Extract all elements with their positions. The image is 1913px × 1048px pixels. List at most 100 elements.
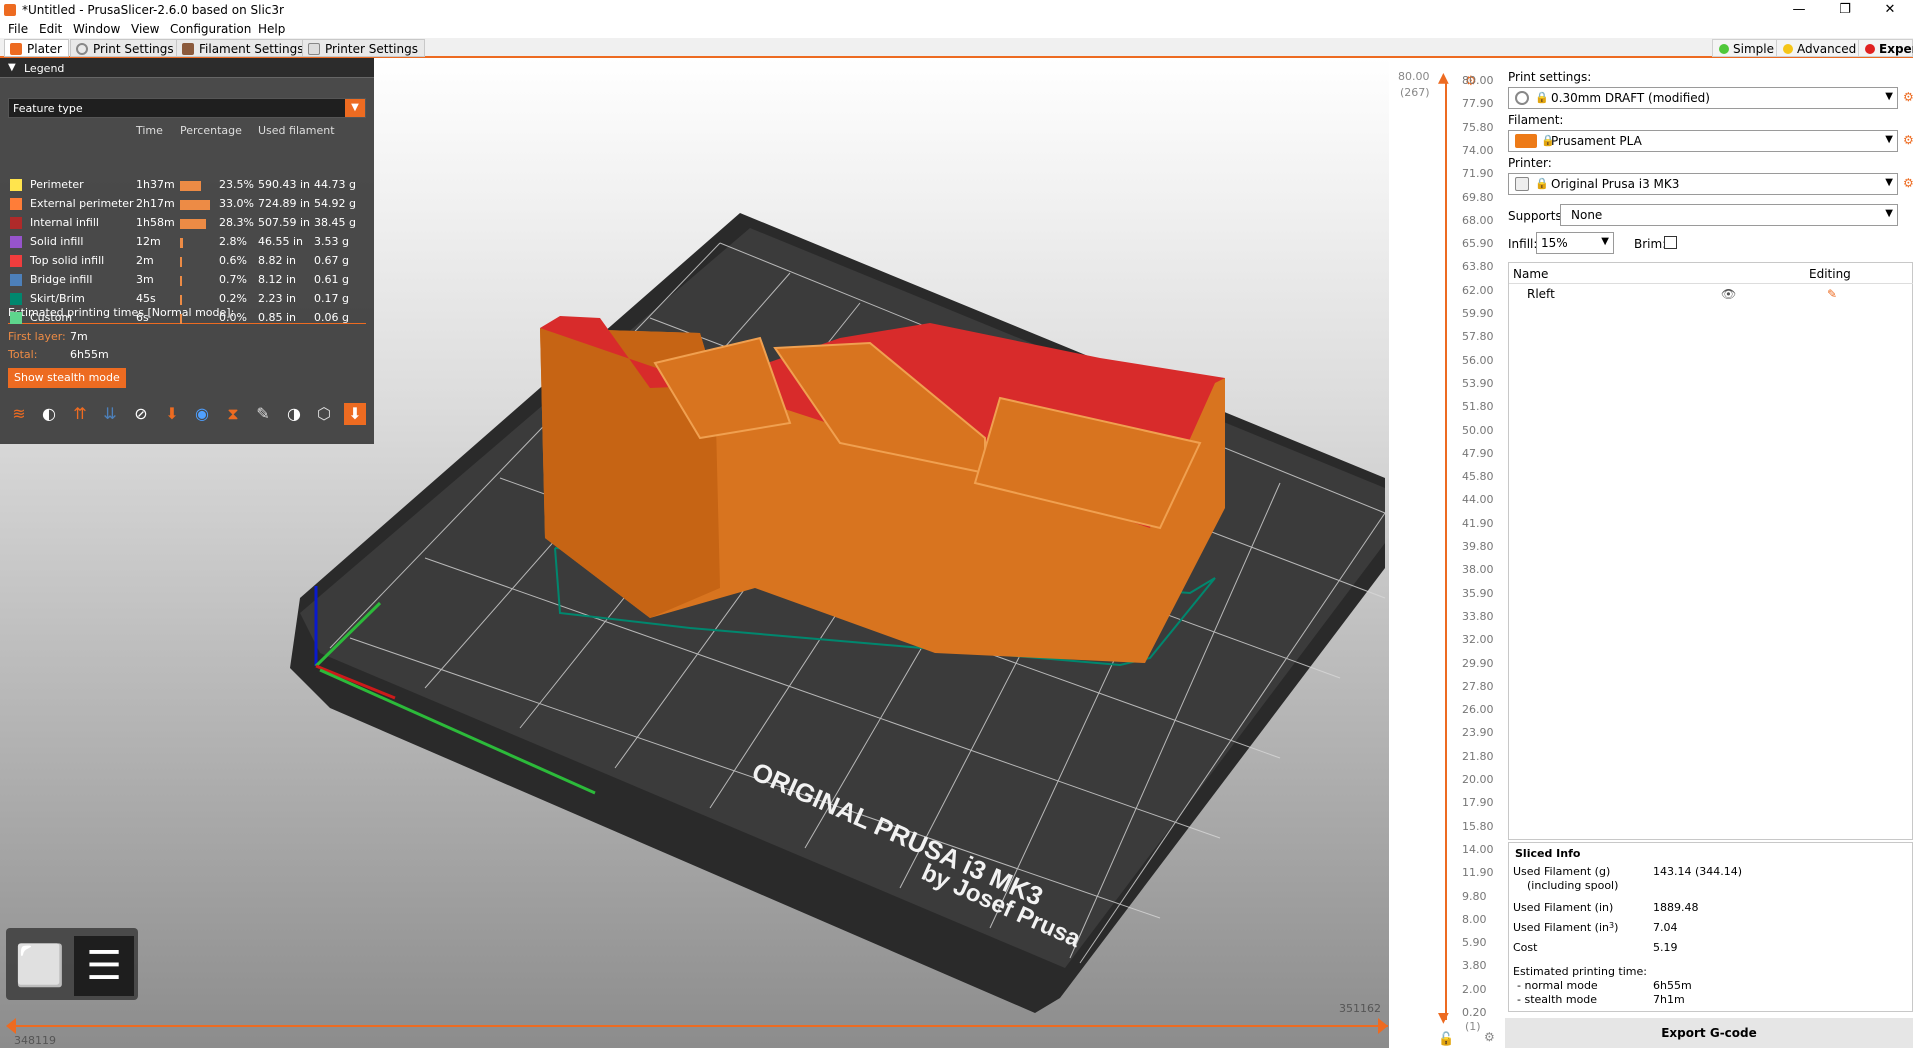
seams-icon[interactable]: ⊘ — [130, 403, 152, 425]
layer-tick-label: 8.00 — [1462, 912, 1487, 926]
layer-tick-label: 20.00 — [1462, 773, 1494, 786]
feature-visibility-toolbar: ≋ ◐ ⇈ ⇊ ⊘ ⬇ ◉ ⧗ ✎ ◑ ⬡ ⬇ — [8, 403, 370, 429]
layer-tick-label: 47.90 — [1462, 446, 1494, 460]
legend-row[interactable]: Top solid infill 2m 0.6% 8.82 in 0.67 g — [8, 252, 368, 270]
slider-right-handle[interactable] — [1378, 1018, 1388, 1034]
tab-filament-settings[interactable]: Filament Settings — [176, 39, 311, 57]
filament-color-swatch[interactable] — [1515, 134, 1537, 148]
legend-header[interactable]: ▼ Legend — [0, 58, 374, 78]
layer-tick-label: 14.00 — [1462, 842, 1494, 856]
eye-icon[interactable]: 👁 — [1721, 287, 1736, 301]
legend-percentage: 28.3% — [219, 216, 254, 229]
layer-bottom-index: (1) — [1465, 1020, 1481, 1033]
printer-combo[interactable]: 🔒 Original Prusa i3 MK3 ▼ — [1508, 173, 1898, 195]
chevron-down-icon: ▼ — [1885, 208, 1893, 219]
list-header-divider — [1509, 283, 1913, 284]
legend-row[interactable]: Bridge infill 3m 0.7% 8.12 in 0.61 g — [8, 271, 368, 289]
color-changes-icon[interactable]: ◉ — [191, 403, 213, 425]
layer-tick-label: 23.90 — [1462, 726, 1494, 740]
tab-print-settings[interactable]: Print Settings — [70, 39, 181, 57]
mode-simple[interactable]: Simple — [1712, 39, 1781, 57]
slider-bottom-handle[interactable]: ▼ — [1438, 1010, 1449, 1026]
bottom-gear-icon[interactable]: ⚙ — [1484, 1030, 1495, 1044]
legend-length: 46.55 in — [258, 235, 304, 248]
3d-view-cube-icon[interactable]: ⬜ — [10, 936, 70, 996]
menu-view[interactable]: View — [131, 22, 159, 36]
preview-layers-icon[interactable]: ☰ — [74, 936, 134, 996]
menu-file[interactable]: File — [8, 22, 28, 36]
vertical-layer-slider[interactable] — [1445, 80, 1447, 1020]
legend-row[interactable]: Custom 6s 0.0% 0.85 in 0.06 g — [8, 309, 368, 327]
legend-swatch — [10, 179, 22, 191]
legend-length: 8.12 in — [258, 273, 297, 286]
legend-row[interactable]: Skirt/Brim 45s 0.2% 2.23 in 0.17 g — [8, 290, 368, 308]
legend-row[interactable]: External perimeter 2h17m 33.0% 724.89 in 54.… — [8, 195, 368, 213]
legend-row[interactable]: Perimeter 1h37m 23.5% 590.43 in 44.73 g — [8, 176, 368, 194]
print-settings-gear-icon[interactable]: ⚙ — [1903, 90, 1913, 104]
shells-icon[interactable]: ⬡ — [313, 403, 335, 425]
maximize-button[interactable]: ❐ — [1822, 0, 1868, 20]
filament-combo[interactable]: 🔒 Prusament PLA ▼ — [1508, 130, 1898, 152]
tab-printer-settings[interactable]: Printer Settings — [302, 39, 425, 57]
tool-marker-icon[interactable]: ⬇ — [344, 403, 366, 425]
printer-gear-icon[interactable]: ⚙ — [1903, 176, 1913, 190]
tool-changes-icon[interactable]: ⬇ — [161, 403, 183, 425]
pause-prints-icon[interactable]: ⧗ — [222, 403, 244, 425]
chevron-down-icon: ▼ — [1601, 236, 1609, 247]
menu-configuration[interactable]: Configuration — [170, 22, 251, 36]
export-gcode-button[interactable]: Export G-code — [1505, 1018, 1913, 1048]
print-settings-combo[interactable]: 🔒 0.30mm DRAFT (modified) ▼ — [1508, 87, 1898, 109]
stealth-mode-label: - stealth mode — [1517, 993, 1598, 1006]
legend-weight: 3.53 g — [314, 235, 349, 248]
filament-gear-icon[interactable]: ⚙ — [1903, 133, 1913, 147]
list-item[interactable]: Rleft 👁 ✎ — [1509, 285, 1913, 305]
horizontal-move-slider[interactable] — [8, 1025, 1388, 1027]
brim-checkbox[interactable] — [1664, 236, 1677, 249]
close-button[interactable]: ✕ — [1867, 0, 1913, 20]
show-stealth-mode-button[interactable]: Show stealth mode — [8, 368, 126, 388]
sliced-info-panel: Sliced Info Used Filament (g) (including… — [1508, 842, 1913, 1012]
legend-title: Legend — [24, 62, 65, 75]
minimize-button[interactable]: — — [1776, 0, 1822, 20]
mode-dot-icon — [1865, 44, 1875, 54]
legend-swatch — [10, 217, 22, 229]
travel-icon[interactable]: ≋ — [8, 403, 30, 425]
layer-tick-label: 57.80 — [1462, 330, 1494, 344]
mode-advanced[interactable]: Advanced — [1776, 39, 1864, 57]
layer-tick-label: 5.90 — [1462, 936, 1487, 950]
col-time: Time — [136, 124, 163, 137]
layer-tick-label: 51.80 — [1462, 400, 1494, 414]
center-of-gravity-icon[interactable]: ◑ — [283, 403, 305, 425]
layer-tick-label: 38.00 — [1462, 563, 1494, 577]
unlock-icon[interactable]: 🔓 — [1438, 1032, 1454, 1047]
legend-feature-name: Skirt/Brim — [30, 292, 85, 305]
custom-gcodes-icon[interactable]: ✎ — [252, 403, 274, 425]
mode-expert[interactable]: Expert — [1858, 39, 1913, 57]
menu-help[interactable]: Help — [258, 22, 285, 36]
menu-edit[interactable]: Edit — [39, 22, 62, 36]
supports-combo[interactable]: None ▼ — [1560, 204, 1898, 226]
legend-row[interactable]: Solid infill 12m 2.8% 46.55 in 3.53 g — [8, 233, 368, 251]
menu-window[interactable]: Window — [73, 22, 120, 36]
wipe-icon[interactable]: ◐ — [38, 403, 60, 425]
retractions-icon[interactable]: ⇈ — [69, 403, 91, 425]
object-name: Rleft — [1527, 287, 1555, 301]
legend-percentage-bar — [180, 257, 182, 267]
edit-icon[interactable]: ✎ — [1827, 287, 1837, 301]
layer-tick-label: 11.90 — [1462, 866, 1494, 880]
printer-icon — [1515, 177, 1529, 191]
deretractions-icon[interactable]: ⇊ — [99, 403, 121, 425]
infill-combo[interactable]: 15% ▼ — [1536, 232, 1614, 254]
tab-label: Printer Settings — [325, 42, 418, 56]
used-filament-in3-label: Used Filament (in3) — [1513, 921, 1619, 934]
legend-length: 8.82 in — [258, 254, 297, 267]
legend-row[interactable]: Internal infill 1h58m 28.3% 507.59 in 38.45 … — [8, 214, 368, 232]
legend-percentage: 33.0% — [219, 197, 254, 210]
feature-type-select[interactable]: Feature type ▼ — [8, 98, 366, 118]
slider-left-handle[interactable] — [6, 1018, 16, 1034]
used-filament-in-label: Used Filament (in) — [1513, 901, 1614, 914]
tab-plater[interactable]: Plater — [4, 39, 69, 57]
legend-length: 590.43 in — [258, 178, 311, 191]
legend-feature-name: External perimeter — [30, 197, 134, 210]
slider-top-handle[interactable]: ▲ — [1438, 70, 1449, 86]
